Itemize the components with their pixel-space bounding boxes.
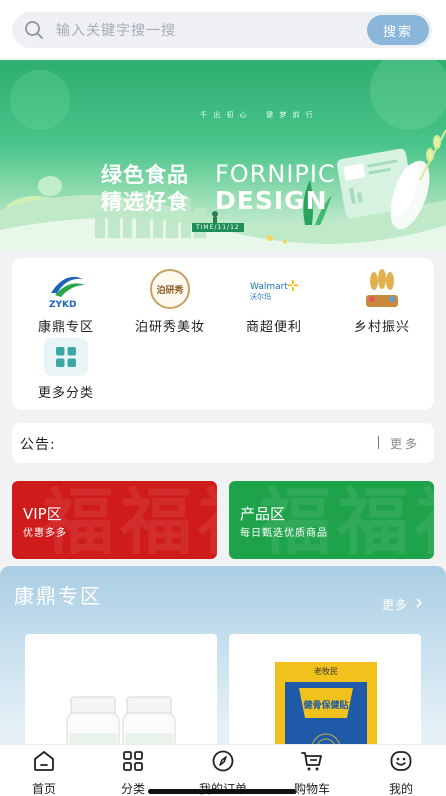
tab-label: 首页 xyxy=(31,782,56,796)
smile-icon xyxy=(390,751,412,771)
product-zone-title: 产品区 xyxy=(240,505,286,523)
tab-mine[interactable]: 我的 xyxy=(361,749,441,796)
notice-label: 公告: xyxy=(20,437,56,453)
category-rural[interactable]: 乡村振兴 xyxy=(332,268,432,338)
search-input[interactable]: 输入关键字搜一搜 xyxy=(56,20,367,40)
walmart-logo-icon: Walmart 沃尔玛 xyxy=(244,268,304,310)
walmart-logo-cn-text: 沃尔玛 xyxy=(250,292,271,301)
zykd-logo-icon: ZYKD xyxy=(45,268,87,310)
product-brand-text: 老牧民 xyxy=(314,666,338,676)
banner-slogan: 千 出 初 心 健 梦 前 行 xyxy=(200,111,315,119)
category-supermarket[interactable]: Walmart 沃尔玛 商超便利 xyxy=(224,268,324,338)
notice-bar[interactable]: 公告: 更多 xyxy=(12,423,434,463)
walmart-logo-text: Walmart xyxy=(250,282,288,292)
wheat-icon xyxy=(361,268,403,310)
category-boyanxiu[interactable]: 泊研秀 泊研秀美妆 xyxy=(120,268,220,338)
section-title: 康鼎专区 xyxy=(14,584,102,608)
grid-icon xyxy=(44,338,88,376)
compass-icon xyxy=(212,750,234,772)
notice-more-link[interactable]: 更多 xyxy=(390,435,420,452)
category-label: 康鼎专区 xyxy=(37,320,94,335)
category-more[interactable]: 更多分类 xyxy=(16,338,116,408)
banner-en-1: FORNIPIC xyxy=(215,160,336,188)
boyanxiu-logo-icon: 泊研秀 xyxy=(149,268,191,310)
tab-home[interactable]: 首页 xyxy=(4,749,84,796)
category-card: ZYKD 康鼎专区 泊研秀 泊研秀美妆 Walmart 沃尔玛 商超便利 乡村振… xyxy=(12,258,434,410)
zone-watermark: 福福福 xyxy=(42,481,217,559)
cart-icon xyxy=(301,752,322,771)
boyanxiu-logo-text: 泊研秀 xyxy=(156,284,183,296)
product-zone-subtitle: 每日甄选优质商品 xyxy=(240,528,328,539)
search-icon xyxy=(25,21,43,39)
section-more-link[interactable]: 更多 xyxy=(382,596,408,613)
banner-illustration xyxy=(0,60,446,250)
category-label: 更多分类 xyxy=(37,386,94,401)
banner-time-tag: TIME/11/12 xyxy=(192,223,244,232)
zone-watermark: 福福福 xyxy=(259,481,434,559)
notice-divider xyxy=(378,436,379,449)
vip-zone-card[interactable]: 福福福 VIP区 优惠多多 xyxy=(12,481,217,559)
product-zone-card[interactable]: 福福福 产品区 每日甄选优质商品 xyxy=(229,481,434,559)
zykd-logo-text: ZYKD xyxy=(49,300,77,309)
tab-label: 我的 xyxy=(388,782,413,796)
category-label: 乡村振兴 xyxy=(353,320,410,335)
grid-icon xyxy=(123,751,143,771)
product-name-text: 健骨保健贴 xyxy=(303,699,348,711)
banner-title-1: 绿色食品 xyxy=(101,163,189,187)
home-indicator xyxy=(148,789,296,794)
home-icon xyxy=(34,751,54,771)
banner-en-2: DESIGN xyxy=(215,186,328,215)
chevron-right-icon[interactable] xyxy=(414,597,424,609)
vip-zone-title: VIP区 xyxy=(23,505,62,523)
vip-zone-subtitle: 优惠多多 xyxy=(23,528,67,539)
promo-banner[interactable]: 千 出 初 心 健 梦 前 行 绿色食品 精选好食 FORNIPIC DESIG… xyxy=(0,60,446,250)
search-area: 输入关键字搜一搜 搜索 xyxy=(0,0,446,58)
search-box[interactable]: 输入关键字搜一搜 搜索 xyxy=(12,12,432,48)
category-label: 泊研秀美妆 xyxy=(134,320,205,335)
category-label: 商超便利 xyxy=(245,320,302,335)
banner-title-2: 精选好食 xyxy=(101,190,189,214)
category-kangding[interactable]: ZYKD 康鼎专区 xyxy=(16,268,116,338)
search-button[interactable]: 搜索 xyxy=(367,15,429,45)
